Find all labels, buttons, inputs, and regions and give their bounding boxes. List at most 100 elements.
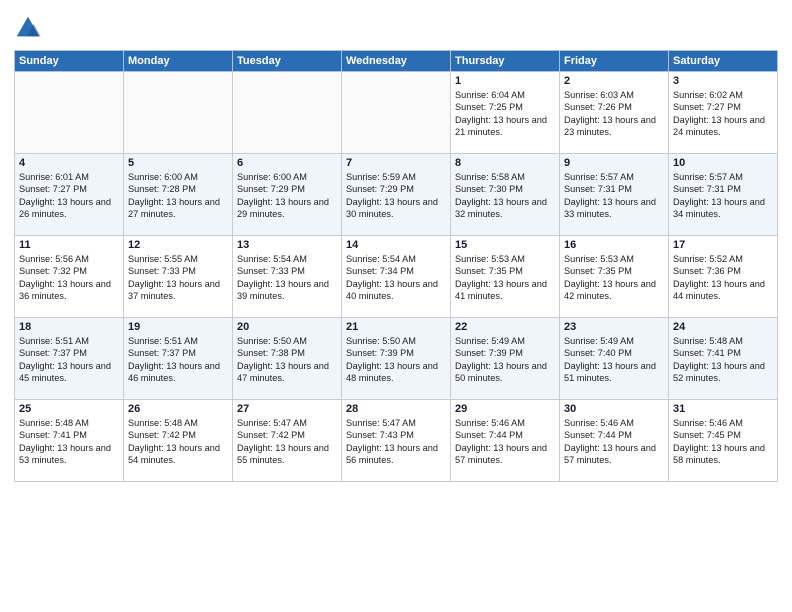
week-row-3: 11Sunrise: 5:56 AMSunset: 7:32 PMDayligh… (15, 236, 778, 318)
day-number: 21 (346, 321, 446, 333)
day-info: Sunset: 7:41 PM (673, 347, 773, 359)
day-number: 31 (673, 403, 773, 415)
day-info: Sunrise: 5:49 AM (455, 335, 555, 347)
calendar-cell: 19Sunrise: 5:51 AMSunset: 7:37 PMDayligh… (124, 318, 233, 400)
day-info: Daylight: 13 hours and 57 minutes. (455, 442, 555, 467)
logo (14, 14, 46, 42)
day-info: Sunset: 7:32 PM (19, 265, 119, 277)
day-info: Daylight: 13 hours and 55 minutes. (237, 442, 337, 467)
day-number: 9 (564, 157, 664, 169)
day-info: Sunset: 7:29 PM (237, 183, 337, 195)
day-info: Sunrise: 5:48 AM (128, 417, 228, 429)
day-info: Sunrise: 5:50 AM (237, 335, 337, 347)
day-info: Daylight: 13 hours and 50 minutes. (455, 360, 555, 385)
week-row-4: 18Sunrise: 5:51 AMSunset: 7:37 PMDayligh… (15, 318, 778, 400)
day-info: Daylight: 13 hours and 47 minutes. (237, 360, 337, 385)
day-info: Daylight: 13 hours and 45 minutes. (19, 360, 119, 385)
calendar-cell: 4Sunrise: 6:01 AMSunset: 7:27 PMDaylight… (15, 154, 124, 236)
day-info: Sunrise: 5:47 AM (346, 417, 446, 429)
day-number: 15 (455, 239, 555, 251)
calendar-cell: 15Sunrise: 5:53 AMSunset: 7:35 PMDayligh… (451, 236, 560, 318)
day-info: Sunset: 7:36 PM (673, 265, 773, 277)
calendar-cell: 8Sunrise: 5:58 AMSunset: 7:30 PMDaylight… (451, 154, 560, 236)
day-info: Daylight: 13 hours and 51 minutes. (564, 360, 664, 385)
day-info: Sunrise: 5:58 AM (455, 171, 555, 183)
day-info: Sunset: 7:28 PM (128, 183, 228, 195)
day-info: Daylight: 13 hours and 23 minutes. (564, 114, 664, 139)
calendar-cell: 17Sunrise: 5:52 AMSunset: 7:36 PMDayligh… (669, 236, 778, 318)
day-number: 13 (237, 239, 337, 251)
calendar-cell: 27Sunrise: 5:47 AMSunset: 7:42 PMDayligh… (233, 400, 342, 482)
calendar-cell: 26Sunrise: 5:48 AMSunset: 7:42 PMDayligh… (124, 400, 233, 482)
day-info: Sunset: 7:27 PM (19, 183, 119, 195)
day-info: Sunrise: 5:59 AM (346, 171, 446, 183)
weekday-header-wednesday: Wednesday (342, 51, 451, 72)
header (14, 10, 778, 42)
day-info: Sunrise: 5:50 AM (346, 335, 446, 347)
calendar-cell: 9Sunrise: 5:57 AMSunset: 7:31 PMDaylight… (560, 154, 669, 236)
calendar-cell: 25Sunrise: 5:48 AMSunset: 7:41 PMDayligh… (15, 400, 124, 482)
day-number: 19 (128, 321, 228, 333)
day-info: Sunrise: 5:46 AM (673, 417, 773, 429)
day-number: 11 (19, 239, 119, 251)
day-number: 29 (455, 403, 555, 415)
logo-icon (14, 14, 42, 42)
day-number: 30 (564, 403, 664, 415)
week-row-1: 1Sunrise: 6:04 AMSunset: 7:25 PMDaylight… (15, 72, 778, 154)
day-info: Sunset: 7:33 PM (237, 265, 337, 277)
day-info: Sunset: 7:42 PM (128, 429, 228, 441)
day-info: Sunset: 7:27 PM (673, 101, 773, 113)
calendar-cell (233, 72, 342, 154)
day-info: Daylight: 13 hours and 32 minutes. (455, 196, 555, 221)
day-info: Sunset: 7:31 PM (564, 183, 664, 195)
day-info: Sunrise: 6:01 AM (19, 171, 119, 183)
day-number: 5 (128, 157, 228, 169)
day-info: Sunrise: 5:55 AM (128, 253, 228, 265)
day-info: Sunset: 7:44 PM (455, 429, 555, 441)
day-info: Sunrise: 5:46 AM (455, 417, 555, 429)
calendar-cell: 21Sunrise: 5:50 AMSunset: 7:39 PMDayligh… (342, 318, 451, 400)
day-number: 25 (19, 403, 119, 415)
weekday-header-friday: Friday (560, 51, 669, 72)
day-info: Sunrise: 5:57 AM (564, 171, 664, 183)
day-info: Sunrise: 5:52 AM (673, 253, 773, 265)
day-info: Sunset: 7:26 PM (564, 101, 664, 113)
day-info: Sunset: 7:45 PM (673, 429, 773, 441)
weekday-header-sunday: Sunday (15, 51, 124, 72)
day-info: Daylight: 13 hours and 34 minutes. (673, 196, 773, 221)
calendar-cell: 1Sunrise: 6:04 AMSunset: 7:25 PMDaylight… (451, 72, 560, 154)
calendar-cell: 14Sunrise: 5:54 AMSunset: 7:34 PMDayligh… (342, 236, 451, 318)
day-info: Sunset: 7:40 PM (564, 347, 664, 359)
calendar-cell: 24Sunrise: 5:48 AMSunset: 7:41 PMDayligh… (669, 318, 778, 400)
day-info: Sunrise: 5:48 AM (673, 335, 773, 347)
day-info: Sunset: 7:25 PM (455, 101, 555, 113)
day-info: Sunset: 7:34 PM (346, 265, 446, 277)
calendar-cell: 5Sunrise: 6:00 AMSunset: 7:28 PMDaylight… (124, 154, 233, 236)
calendar-cell: 31Sunrise: 5:46 AMSunset: 7:45 PMDayligh… (669, 400, 778, 482)
day-info: Sunrise: 6:04 AM (455, 89, 555, 101)
day-number: 12 (128, 239, 228, 251)
day-info: Sunset: 7:42 PM (237, 429, 337, 441)
day-number: 18 (19, 321, 119, 333)
week-row-5: 25Sunrise: 5:48 AMSunset: 7:41 PMDayligh… (15, 400, 778, 482)
day-number: 8 (455, 157, 555, 169)
day-info: Sunset: 7:37 PM (128, 347, 228, 359)
calendar-cell: 7Sunrise: 5:59 AMSunset: 7:29 PMDaylight… (342, 154, 451, 236)
day-info: Daylight: 13 hours and 39 minutes. (237, 278, 337, 303)
weekday-header-saturday: Saturday (669, 51, 778, 72)
day-info: Sunset: 7:35 PM (564, 265, 664, 277)
day-number: 7 (346, 157, 446, 169)
day-info: Daylight: 13 hours and 42 minutes. (564, 278, 664, 303)
day-number: 28 (346, 403, 446, 415)
day-info: Daylight: 13 hours and 46 minutes. (128, 360, 228, 385)
day-number: 6 (237, 157, 337, 169)
day-number: 24 (673, 321, 773, 333)
day-number: 16 (564, 239, 664, 251)
day-info: Daylight: 13 hours and 27 minutes. (128, 196, 228, 221)
day-number: 23 (564, 321, 664, 333)
day-info: Sunset: 7:44 PM (564, 429, 664, 441)
day-info: Daylight: 13 hours and 54 minutes. (128, 442, 228, 467)
weekday-header-monday: Monday (124, 51, 233, 72)
day-number: 10 (673, 157, 773, 169)
day-info: Sunrise: 6:00 AM (237, 171, 337, 183)
